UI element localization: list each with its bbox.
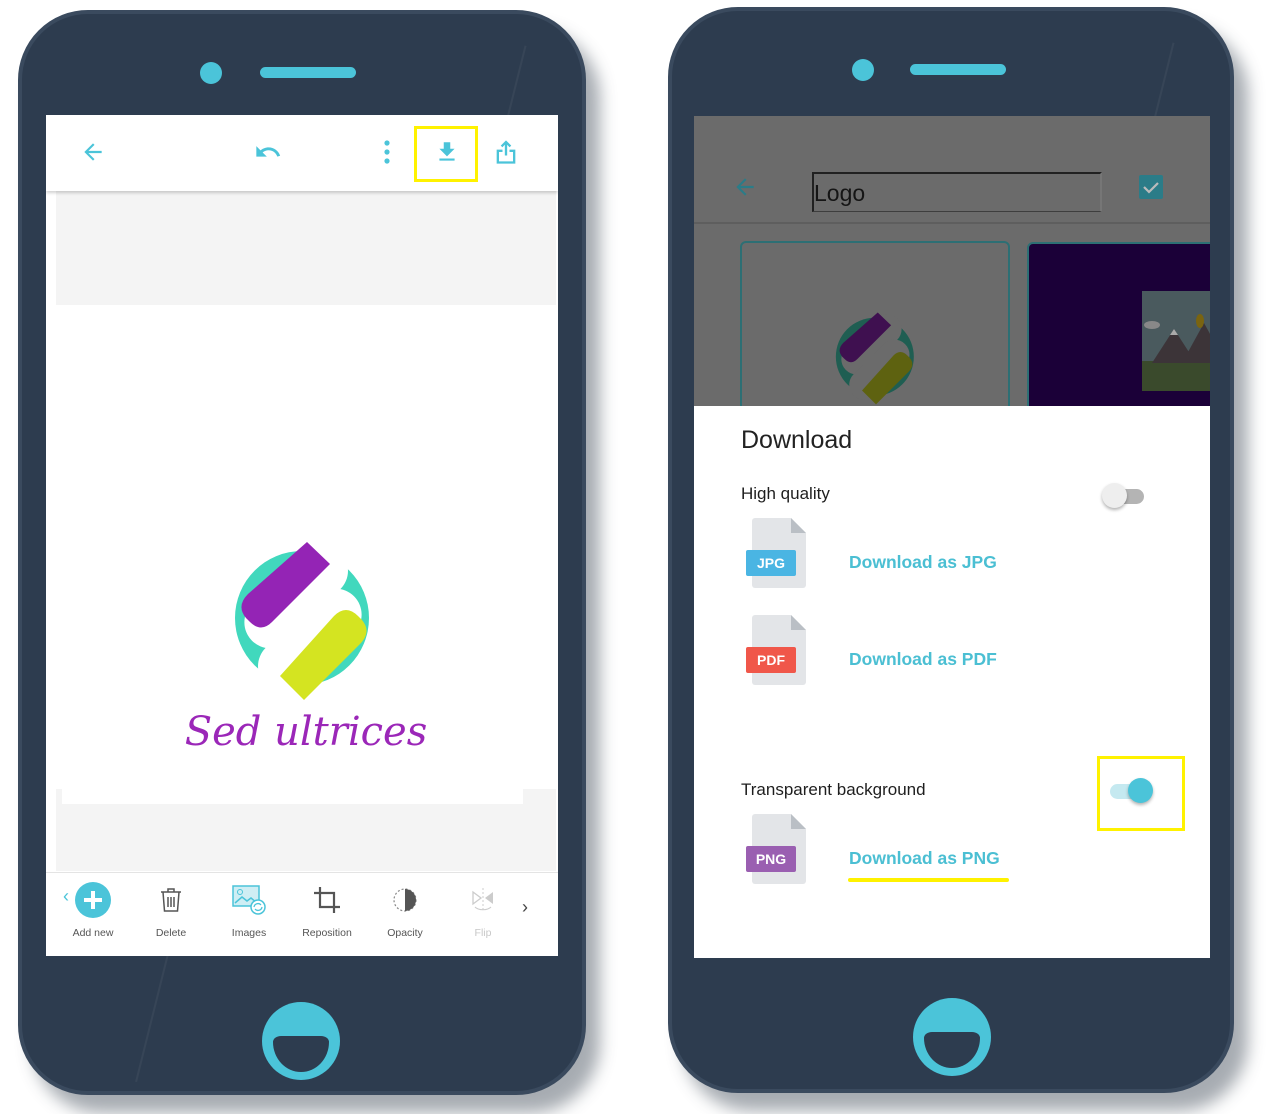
design-page-edge: [62, 789, 523, 804]
download-screen: Download High quality JPG Download as JP…: [694, 116, 1210, 958]
file-badge: PDF: [757, 652, 785, 668]
mountain-image-icon: [1142, 314, 1210, 391]
pdf-file-icon: PDF: [746, 615, 806, 685]
crop-icon: [314, 887, 340, 913]
more-options-button[interactable]: [372, 137, 402, 167]
download-png-link[interactable]: Download as PNG: [849, 848, 1000, 869]
tool-opacity[interactable]: Opacity: [366, 883, 444, 939]
tool-label: Reposition: [302, 927, 352, 939]
chevron-right-icon[interactable]: ›: [522, 897, 528, 918]
tool-label: Flip: [474, 927, 492, 939]
design-canvas[interactable]: Sed ultrices: [56, 191, 556, 871]
glare: [135, 945, 171, 1083]
undo-button[interactable]: [253, 137, 283, 167]
confirm-button[interactable]: [1136, 172, 1166, 202]
tool-delete[interactable]: Delete: [132, 883, 210, 939]
download-sheet: Download High quality JPG Download as JP…: [694, 406, 1210, 958]
home-button[interactable]: [913, 998, 991, 1076]
logo-mark: [235, 542, 369, 700]
tool-add-new[interactable]: Add new: [54, 882, 132, 939]
high-quality-toggle[interactable]: [1102, 483, 1146, 509]
placeholder-image: [1142, 291, 1210, 391]
thumbnail-logo-design[interactable]: [740, 241, 1010, 421]
file-badge: JPG: [757, 555, 785, 571]
home-button[interactable]: [262, 1002, 340, 1080]
right-phone-frame: Download High quality JPG Download as JP…: [668, 7, 1234, 1093]
add-circle-icon: [75, 882, 111, 918]
design-title-input[interactable]: [812, 172, 1102, 212]
tool-label: Delete: [155, 927, 187, 939]
trash-icon: [161, 888, 181, 912]
tool-label: Add new: [72, 927, 114, 939]
speaker: [260, 67, 356, 78]
more-vertical-icon: [384, 140, 390, 164]
editor-toolbar: ‹ Add new Delete Images Reposition Opaci…: [46, 872, 558, 956]
editor-top-bar: [46, 115, 558, 191]
back-button[interactable]: [730, 172, 760, 202]
toggle-highlight-box: [1097, 756, 1185, 831]
download-jpg-link[interactable]: Download as JPG: [849, 552, 997, 573]
download-pdf-link[interactable]: Download as PDF: [849, 649, 997, 670]
png-file-icon: PNG: [746, 814, 806, 884]
logo-mark-thumbnail: [835, 312, 914, 405]
tool-images[interactable]: Images: [210, 883, 288, 939]
left-phone-frame: Sed ultrices ‹ Add new Delete Images Rep…: [18, 10, 586, 1095]
arrow-left-icon: [84, 143, 102, 161]
dimmed-background[interactable]: [694, 116, 1210, 422]
transparent-background-label: Transparent background: [741, 780, 926, 799]
file-badge: PNG: [756, 851, 786, 867]
share-button[interactable]: [491, 137, 521, 167]
tool-reposition[interactable]: Reposition: [288, 883, 366, 939]
design-header: [694, 116, 1210, 224]
sheet-title: Download: [741, 426, 853, 454]
tool-label: Opacity: [387, 927, 423, 939]
back-button[interactable]: [78, 137, 108, 167]
editor-screen: Sed ultrices ‹ Add new Delete Images Rep…: [46, 115, 558, 956]
jpg-file-icon: JPG: [746, 518, 806, 588]
png-highlight-underline: [848, 878, 1009, 882]
logo-text[interactable]: Sed ultrices: [56, 709, 556, 755]
speaker: [910, 64, 1006, 75]
undo-icon: [256, 146, 281, 157]
front-camera: [852, 59, 874, 81]
thumbnail-placeholder-design[interactable]: [1027, 242, 1210, 422]
high-quality-label: High quality: [741, 484, 830, 503]
download-highlight-box: [414, 126, 478, 182]
arrow-left-icon: [736, 178, 754, 196]
tool-label: Images: [231, 927, 267, 939]
front-camera: [200, 62, 222, 84]
tool-flip[interactable]: Flip: [444, 883, 522, 939]
flip-icon: [472, 888, 493, 911]
images-icon: [232, 885, 266, 915]
opacity-icon: [393, 888, 417, 912]
share-icon: [496, 140, 516, 164]
checkbox-checked-icon: [1139, 175, 1163, 199]
